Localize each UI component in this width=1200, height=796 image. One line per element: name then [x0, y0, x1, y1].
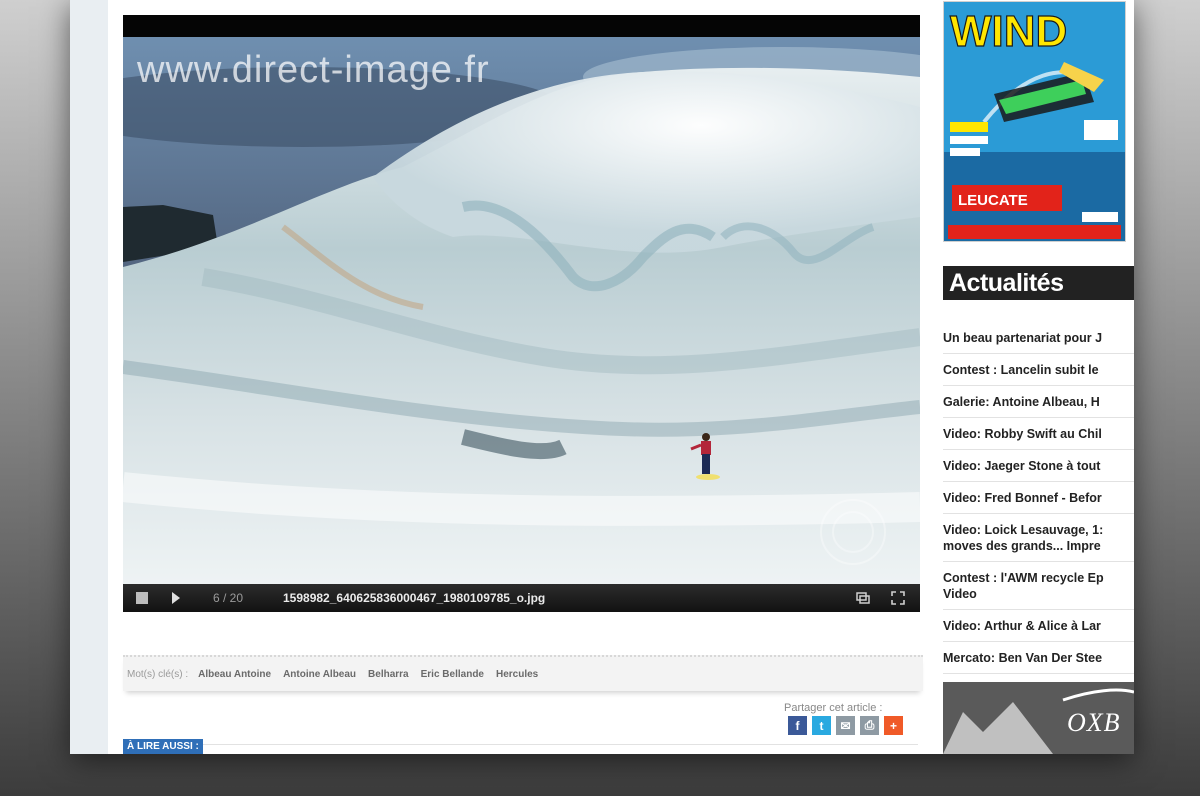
viewer-top-bar [123, 15, 920, 37]
email-icon[interactable]: ✉ [836, 716, 855, 735]
news-list: Un beau partenariat pour J Contest : Lan… [943, 322, 1134, 674]
magazine-headline: LEUCATE [958, 192, 1028, 209]
read-also-label: À LIRE AUSSI : [123, 739, 203, 754]
section-divider [123, 744, 918, 745]
magazine-title: WIND [950, 7, 1067, 56]
share-icons: f t ✉ ⎙ + [788, 716, 903, 735]
play-icon [172, 592, 180, 604]
news-item[interactable]: Video: Fred Bonnef - Befor [943, 482, 1134, 514]
keyword-link[interactable]: Hercules [496, 669, 538, 680]
keyword-link[interactable]: Belharra [368, 669, 409, 680]
news-item[interactable]: Galerie: Antoine Albeau, H [943, 386, 1134, 418]
wave-photo-graphic [123, 37, 920, 584]
fullscreen-icon [891, 591, 905, 605]
window-mode-button[interactable] [853, 584, 873, 612]
slide-counter: 6 / 20 [212, 591, 244, 605]
ad-brand-text: OXB [1067, 708, 1121, 737]
fullscreen-button[interactable] [888, 584, 908, 612]
keywords-label: Mot(s) clé(s) : [127, 668, 189, 680]
keyword-link[interactable]: Eric Bellande [421, 669, 484, 680]
keywords-bar: Mot(s) clé(s) : Albeau Antoine Antoine A… [123, 655, 923, 691]
print-icon[interactable]: ⎙ [860, 716, 879, 735]
stop-icon [136, 592, 148, 604]
news-item[interactable]: Video: Arthur & Alice à Lar [943, 610, 1134, 642]
wave-photo[interactable]: www.direct-image.fr [123, 37, 920, 584]
stop-button[interactable] [133, 584, 151, 612]
magazine-cover-graphic: WIND LEUCATE [944, 2, 1125, 241]
keyword-link[interactable]: Antoine Albeau [283, 669, 356, 680]
magazine-cover[interactable]: WIND LEUCATE [943, 1, 1126, 242]
window-icon [856, 592, 870, 604]
play-button[interactable] [167, 584, 185, 612]
slideshow-viewer: www.direct-image.fr 6 / 20 1598982_64062… [123, 15, 920, 612]
news-item[interactable]: Contest : Lancelin subit le [943, 354, 1134, 386]
slide-filename: 1598982_640625836000467_1980109785_o.jpg [283, 591, 546, 605]
watermark-text: www.direct-image.fr [137, 49, 490, 91]
news-item[interactable]: Video: Loick Lesauvage, 1: moves des gra… [943, 514, 1134, 562]
news-item[interactable]: Un beau partenariat pour J [943, 322, 1134, 354]
twitter-icon[interactable]: t [812, 716, 831, 735]
news-section-title: Actualités [943, 266, 1134, 300]
left-gutter [70, 0, 108, 754]
keyword-link[interactable]: Albeau Antoine [198, 669, 271, 680]
news-item[interactable]: Contest : l'AWM recycle Ep Video [943, 562, 1134, 610]
plus-icon[interactable]: + [884, 716, 903, 735]
share-label: Partager cet article : [784, 702, 883, 714]
news-item[interactable]: Mercato: Ben Van Der Stee [943, 642, 1134, 674]
webpage: www.direct-image.fr 6 / 20 1598982_64062… [70, 0, 1134, 754]
advertisement-banner[interactable]: OXB [943, 682, 1134, 754]
facebook-icon[interactable]: f [788, 716, 807, 735]
viewer-control-bar: 6 / 20 1598982_640625836000467_198010978… [123, 584, 920, 612]
news-item[interactable]: Video: Robby Swift au Chil [943, 418, 1134, 450]
news-item[interactable]: Video: Jaeger Stone à tout [943, 450, 1134, 482]
